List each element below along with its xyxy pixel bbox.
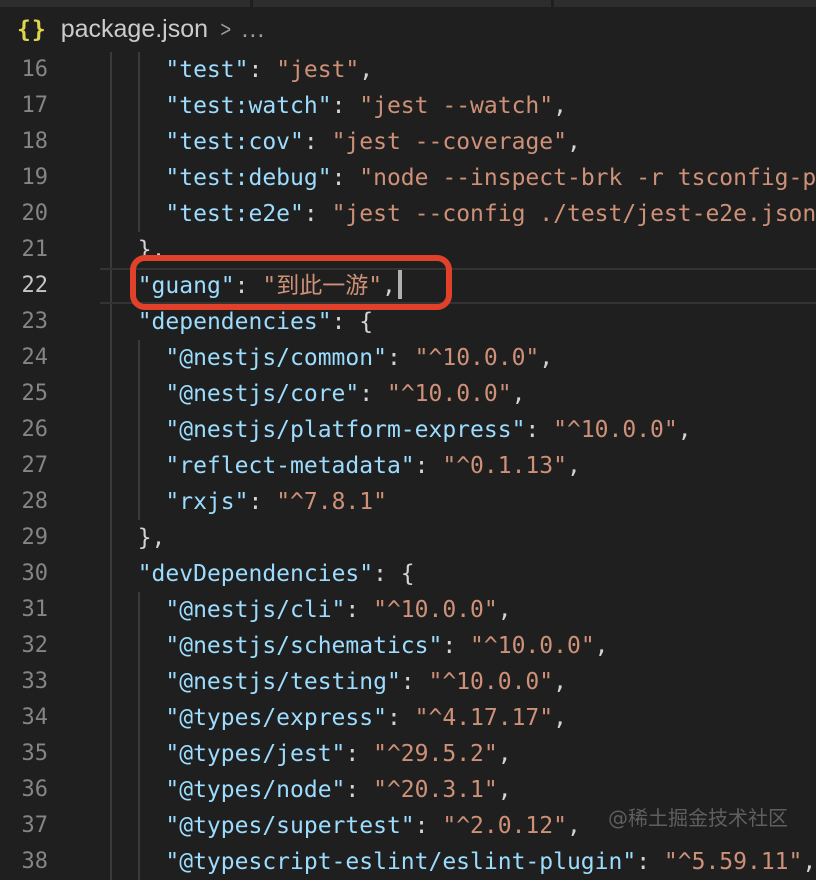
breadcrumb-symbol-ellipsis[interactable]: ... [241,15,265,44]
line-number: 32 [0,628,48,664]
code-text: "@nestjs/core": "^10.0.0", [110,376,525,412]
code-text: "reflect-metadata": "^0.1.13", [110,448,581,484]
code-line[interactable]: 35 "@types/jest": "^29.5.2", [0,736,816,772]
line-number: 35 [0,736,48,772]
line-number: 16 [0,52,48,88]
code-text: "@nestjs/cli": "^10.0.0", [110,592,512,628]
line-number: 24 [0,340,48,376]
code-text: }, [110,232,165,268]
code-text: "rxjs": "^7.8.1" [110,484,387,520]
code-text: "@types/jest": "^29.5.2", [110,736,512,772]
line-number: 29 [0,520,48,556]
code-text: "@types/express": "^4.17.17", [110,700,567,736]
code-line[interactable]: 24 "@nestjs/common": "^10.0.0", [0,340,816,376]
line-number: 20 [0,196,48,232]
line-number: 33 [0,664,48,700]
code-text: "@types/node": "^20.3.1", [110,772,512,808]
chevron-right-icon: > [220,16,231,43]
line-number: 23 [0,304,48,340]
watermark: @稀土掘金技术社区 [608,802,788,831]
code-text: "@typescript-eslint/eslint-plugin": "^5.… [110,844,816,880]
line-number: 27 [0,448,48,484]
code-line[interactable]: 34 "@types/express": "^4.17.17", [0,700,816,736]
code-text: }, [110,520,165,556]
code-line[interactable]: 28 "rxjs": "^7.8.1" [0,484,816,520]
line-number: 22 [0,268,48,304]
line-number: 25 [0,376,48,412]
code-text: "@nestjs/schematics": "^10.0.0", [110,628,609,664]
tab-bar-edge[interactable] [0,0,816,7]
code-text: "test": "jest", [110,52,373,88]
line-number: 26 [0,412,48,448]
code-line[interactable]: 25 "@nestjs/core": "^10.0.0", [0,376,816,412]
line-number: 19 [0,160,48,196]
editor[interactable]: 16 "test": "jest",17 "test:watch": "jest… [0,52,816,852]
code-text: "@nestjs/platform-express": "^10.0.0", [110,412,692,448]
code-line[interactable]: 18 "test:cov": "jest --coverage", [0,124,816,160]
code-line[interactable]: 30 "devDependencies": { [0,556,816,592]
breadcrumb: {} package.json > ... [0,7,816,52]
line-number: 18 [0,124,48,160]
tab-divider [250,0,253,7]
code-line[interactable]: 38 "@typescript-eslint/eslint-plugin": "… [0,844,816,880]
code-text: "test:e2e": "jest --config ./test/jest-e… [110,196,816,232]
code-text: "devDependencies": { [110,556,415,592]
line-number: 28 [0,484,48,520]
code-line[interactable]: 17 "test:watch": "jest --watch", [0,88,816,124]
code-line[interactable]: 29 }, [0,520,816,556]
line-number: 37 [0,808,48,844]
line-number: 30 [0,556,48,592]
code-text: "test:watch": "jest --watch", [110,88,567,124]
vscode-window: { "breadcrumb": { "file_icon": "{}", "fi… [0,0,816,852]
text-cursor [398,270,402,299]
code-text: "@nestjs/testing": "^10.0.0", [110,664,567,700]
json-file-icon: {} [17,17,47,43]
code-line[interactable]: 21 }, [0,232,816,268]
tab-divider [551,0,554,7]
code-line[interactable]: 22 "guang": "到此一游", [0,268,816,304]
line-number: 21 [0,232,48,268]
code-line[interactable]: 27 "reflect-metadata": "^0.1.13", [0,448,816,484]
code-text: "test:cov": "jest --coverage", [110,124,581,160]
breadcrumb-file-name[interactable]: package.json [61,15,208,44]
code-text: "guang": "到此一游", [110,268,402,304]
line-number: 38 [0,844,48,880]
code-line[interactable]: 33 "@nestjs/testing": "^10.0.0", [0,664,816,700]
code-line[interactable]: 16 "test": "jest", [0,52,816,88]
code-text: "@nestjs/common": "^10.0.0", [110,340,553,376]
line-number: 36 [0,772,48,808]
line-number: 31 [0,592,48,628]
code-text: "@types/supertest": "^2.0.12", [110,808,581,844]
code-line[interactable]: 20 "test:e2e": "jest --config ./test/jes… [0,196,816,232]
code-text: "test:debug": "node --inspect-brk -r tsc… [110,160,816,196]
code-line[interactable]: 31 "@nestjs/cli": "^10.0.0", [0,592,816,628]
code-line[interactable]: 26 "@nestjs/platform-express": "^10.0.0"… [0,412,816,448]
line-number: 34 [0,700,48,736]
code-line[interactable]: 19 "test:debug": "node --inspect-brk -r … [0,160,816,196]
code-line[interactable]: 23 "dependencies": { [0,304,816,340]
line-number: 17 [0,88,48,124]
code-text: "dependencies": { [110,304,373,340]
code-line[interactable]: 32 "@nestjs/schematics": "^10.0.0", [0,628,816,664]
